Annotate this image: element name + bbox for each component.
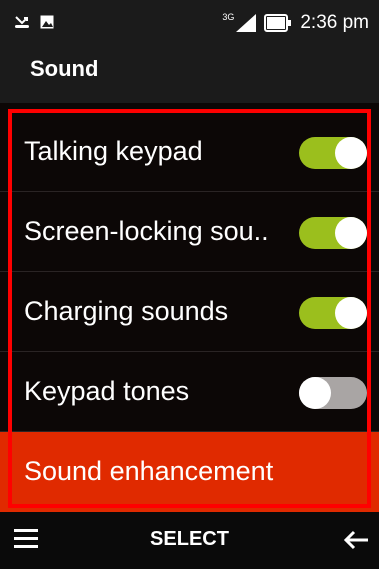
status-bar: 3G 2:36 pm <box>0 0 379 48</box>
page-title: Sound <box>30 56 99 81</box>
missed-call-icon <box>15 16 29 28</box>
status-right: 3G 2:36 pm <box>222 10 369 36</box>
status-time: 2:36 pm <box>300 12 369 33</box>
app-bar: Sound <box>0 48 379 103</box>
setting-label: Keypad tones <box>24 376 190 406</box>
keypad-tones-toggle[interactable] <box>299 377 367 409</box>
setting-label: Sound enhancement <box>24 456 274 486</box>
toggle-knob <box>299 377 331 409</box>
setting-label: Talking keypad <box>24 136 203 166</box>
image-icon <box>40 15 54 29</box>
settings-list: Talking keypad Screen-locking sou.. Char… <box>0 103 379 512</box>
setting-row-charging-sounds[interactable]: Charging sounds <box>0 272 379 352</box>
network-type-label: 3G <box>222 12 235 22</box>
signal-icon <box>236 14 257 32</box>
setting-label: Charging sounds <box>24 296 229 326</box>
softkey-bar: SELECT <box>0 512 379 569</box>
setting-row-talking-keypad[interactable]: Talking keypad <box>0 112 379 192</box>
talking-keypad-toggle[interactable] <box>299 137 367 169</box>
select-softkey[interactable]: SELECT <box>0 528 379 551</box>
battery-icon <box>264 14 292 32</box>
toggle-knob <box>335 137 367 169</box>
toggle-knob <box>335 297 367 329</box>
setting-row-sound-enhancement[interactable]: Sound enhancement <box>0 432 379 512</box>
setting-row-keypad-tones[interactable]: Keypad tones <box>0 352 379 432</box>
charging-sounds-toggle[interactable] <box>299 297 367 329</box>
toggle-knob <box>335 217 367 249</box>
status-left-icons <box>14 14 54 30</box>
back-arrow-icon[interactable] <box>343 530 369 550</box>
device-screen: 3G 2:36 pm Sound Talking keypad Screen-l… <box>0 0 379 569</box>
setting-row-screen-locking-sounds[interactable]: Screen-locking sou.. <box>0 192 379 272</box>
screen-locking-sounds-toggle[interactable] <box>299 217 367 249</box>
setting-label: Screen-locking sou.. <box>24 216 269 246</box>
